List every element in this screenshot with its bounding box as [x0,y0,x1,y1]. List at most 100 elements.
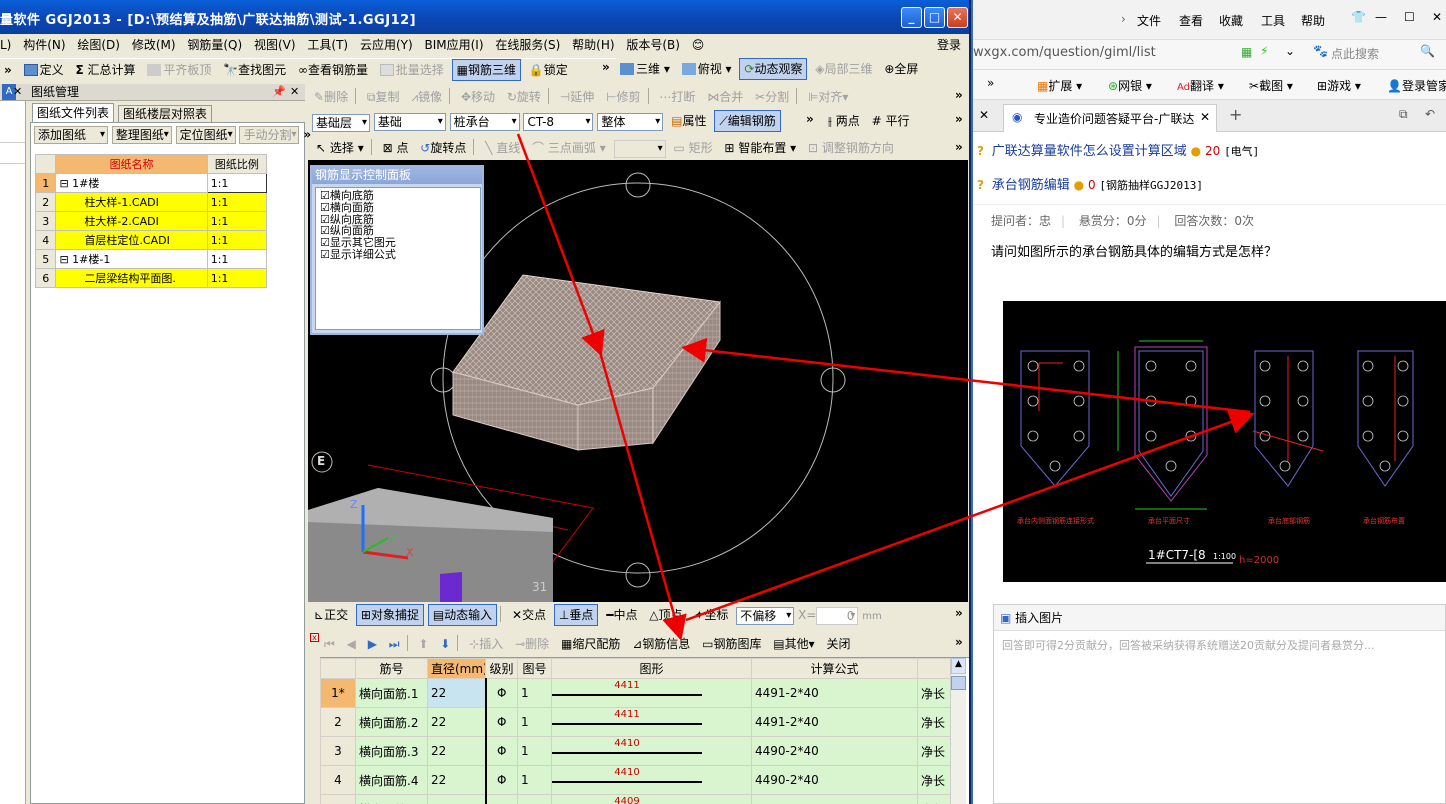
active-tab[interactable]: ◉ 专业造价问题答疑平台-广联达 ✕ [1003,104,1217,132]
midpoint-snap-button[interactable]: ━中点 [602,604,641,626]
fav-games[interactable]: ⊞游戏 ▾ [1317,77,1361,94]
properties-button[interactable]: ▤属性 [667,110,710,132]
fullscreen-button[interactable]: ⊕全屏 [880,58,922,80]
perpendicular-snap-button[interactable]: ⊥垂点 [553,604,599,626]
define-button[interactable]: 定义 [20,59,68,81]
menu-help[interactable]: 帮助 [1301,12,1325,29]
pile-cap-rebar-mesh[interactable] [452,274,721,451]
menu-view[interactable]: 视图(V) [250,34,300,56]
column-stub[interactable] [440,572,462,602]
menu-cloud[interactable]: 云应用(Y) [356,34,417,56]
subtype-combo[interactable]: 桩承台 [449,112,520,131]
menu-rebar-qty[interactable]: 钢筋量(Q) [183,34,246,56]
col-shape[interactable]: 图形 [551,658,752,679]
toolbar-more-icon[interactable]: » [955,606,963,620]
menu-draw[interactable]: 绘图(D) [73,34,124,56]
menu-modify[interactable]: 修改(M) [128,34,180,56]
add-drawing-button[interactable]: 添加图纸 [34,126,108,144]
ortho-button[interactable]: ⊾正交 [310,604,352,626]
col-formula[interactable]: 计算公式 [751,658,918,679]
restore-tab-icon[interactable]: ⧉ [1399,107,1408,122]
first-record-icon[interactable]: ⏮ [320,633,339,655]
close-button[interactable]: ✕ [947,7,968,28]
table-row[interactable]: 6 二层梁结构平面图. 1:1 [34,268,268,288]
col-drawing-scale[interactable]: 图纸比例 [206,154,268,174]
maximize-button[interactable]: □ [924,7,945,28]
checkbox-checked-icon[interactable]: ☑ [320,248,330,261]
col-grade[interactable]: 级别 [485,658,518,679]
url-input[interactable]: wxgx.com/question/giml/list [973,45,1156,60]
more-icon[interactable]: » [987,76,994,90]
fav-translate[interactable]: Ad翻译 ▾ [1177,77,1224,94]
split-button[interactable]: ✂分割 [751,86,793,108]
intersection-snap-button[interactable]: ✕交点 [508,604,550,626]
select-button[interactable]: ↖ 选择 ▾ [312,137,368,159]
toolbar-more-icon[interactable]: » [955,140,963,154]
menu-version[interactable]: 版本号(B) [622,34,684,56]
locate-drawing-button[interactable]: 定位图纸 [175,126,236,144]
col-diameter[interactable]: 直径(mm) [427,658,486,679]
rectangle-button[interactable]: ▭ 矩形 [669,137,716,159]
undo-icon[interactable]: ↶ [1425,107,1435,121]
table-row[interactable]: 1* 横向面筋.1 22 Φ 1 4411 4491-2*40 净长 [320,678,951,708]
dynamic-input-button[interactable]: ▤动态输入 [427,604,498,626]
component-name-combo[interactable]: CT-8 [523,112,594,131]
close-icon[interactable]: ✕ [1432,10,1442,24]
batch-select-button[interactable]: 批量选择 [376,59,448,81]
minimize-icon[interactable]: — [1375,10,1387,24]
close-rebar-button[interactable]: 关闭 [823,633,855,655]
pin-icon[interactable]: 📌 [272,84,286,100]
new-tab-icon[interactable]: + [1229,105,1242,124]
next-record-icon[interactable]: ▶ [364,633,381,655]
menu-view[interactable]: 查看 [1179,12,1203,29]
top-view-button[interactable]: 俯视 ▾ [678,58,736,80]
table-row[interactable]: 4 横向面筋.4 22 Φ 1 4410 4490-2*40 净长 [320,765,951,795]
local-3d-button[interactable]: ◈局部三维 [811,58,876,80]
mirror-button[interactable]: ⩘镜像 [407,86,446,108]
prev-record-icon[interactable]: ◀ [343,633,360,655]
rotate-point-button[interactable]: ↺旋转点 [416,137,470,159]
align-slab-top-button[interactable]: 平齐板顶 [143,59,215,81]
line-button[interactable]: ╲ 直线 [481,137,524,159]
question-link[interactable]: 广联达算量软件怎么设置计算区域 [992,144,1187,159]
maximize-icon[interactable]: ☐ [1404,10,1415,24]
table-scrollbar[interactable]: ▲ [950,658,966,804]
table-row[interactable]: 3 柱大样-2.CADI 1:1 [34,211,268,231]
view-rebar-qty-button[interactable]: ∞查看钢筋量 [294,59,372,81]
point-button[interactable]: ⊠ 点 [379,137,413,159]
table-row[interactable]: 2 柱大样-1.CADI 1:1 [34,192,268,212]
edit-rebar-button[interactable]: ⟋编辑钢筋 [714,110,781,132]
menu-favorites[interactable]: 收藏 [1219,12,1243,29]
collapse-icon[interactable]: ⊟ [59,253,68,266]
rotate-button[interactable]: ↻旋转 [503,86,545,108]
col-drawing-name[interactable]: 图纸名称 [55,154,208,174]
component-type-combo[interactable]: 基础 [373,112,446,131]
menu-online[interactable]: 在线服务(S) [491,34,564,56]
question-item[interactable]: ? 广联达算量软件怎么设置计算区域 ● 20 [电气] [977,140,1259,159]
search-icon[interactable]: 🔍 [1420,44,1435,58]
close-icon[interactable]: x [310,633,319,642]
menu-bim[interactable]: BIM应用(I) [420,34,487,56]
table-row[interactable]: 4 首层柱定位.CADI 1:1 [34,230,268,250]
object-snap-button[interactable]: ⊞对象捕捉 [355,604,424,626]
extend-button[interactable]: ⊣延伸 [556,86,598,108]
fav-bank[interactable]: ⊛网银 ▾ [1108,77,1152,94]
qr-icon[interactable]: ▦ [1241,45,1252,59]
col-bar-no[interactable]: 筋号 [355,658,428,679]
table-row[interactable]: 2 横向面筋.2 22 Φ 1 4411 4491-2*40 净长 [320,707,951,737]
shirt-icon[interactable]: 👕 [1351,10,1366,24]
vertex-snap-button[interactable]: △顶点 [645,604,686,626]
move-down-icon[interactable]: ⬇ [436,633,454,655]
scope-combo[interactable]: 整体 [597,112,664,131]
parallel-button[interactable]: # 平行 [868,110,914,132]
coordinate-snap-button[interactable]: ✦坐标 [690,604,732,626]
align-button[interactable]: ⊫对齐▾ [804,86,853,108]
menu-tools[interactable]: 工具(T) [303,34,352,56]
floor-combo[interactable]: 基础层 [312,114,370,132]
menu-file[interactable]: 文件 [1137,12,1161,29]
copy-button[interactable]: ⧉复制 [363,86,404,108]
delete-button[interactable]: ✎删除 [310,86,352,108]
move-up-icon[interactable]: ⬆ [414,633,432,655]
more-icon[interactable]: » [0,59,16,81]
search-engine-icon[interactable]: 🐾 [1313,44,1328,58]
